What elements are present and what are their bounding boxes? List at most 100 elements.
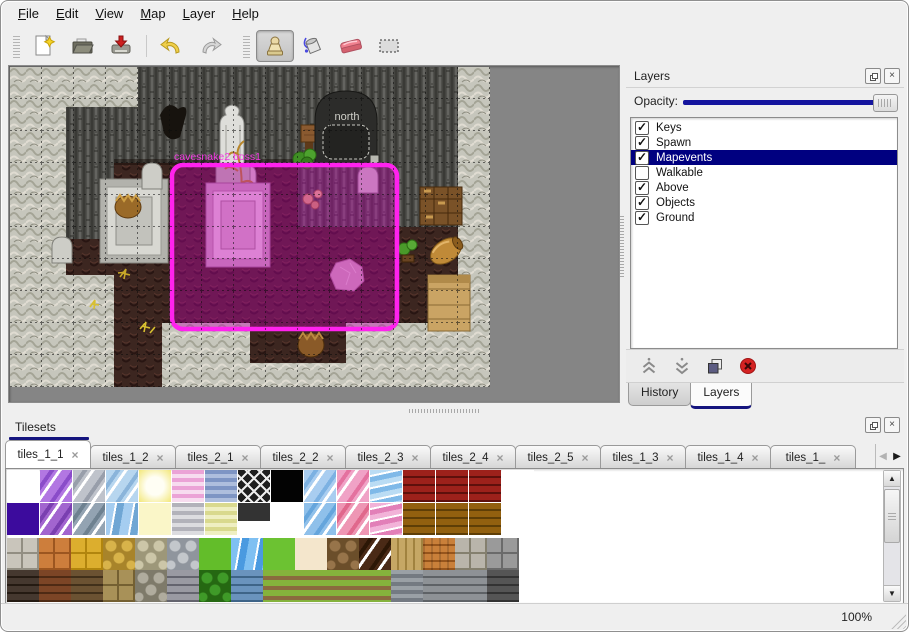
tileset-tile[interactable] xyxy=(436,503,468,535)
tileset-tile[interactable] xyxy=(370,470,402,502)
save-button[interactable] xyxy=(102,30,140,62)
tileset-tile[interactable] xyxy=(304,470,336,502)
tileset-tile[interactable] xyxy=(106,503,138,535)
scroll-thumb[interactable] xyxy=(884,489,900,543)
tileset-tile[interactable] xyxy=(40,503,72,535)
tileset-tile[interactable] xyxy=(106,470,138,502)
opacity-slider[interactable] xyxy=(683,93,898,111)
vertical-splitter[interactable] xyxy=(619,65,626,411)
tileset-tile[interactable] xyxy=(7,570,39,602)
tileset-tile[interactable] xyxy=(469,470,501,502)
tileset-tile[interactable] xyxy=(370,503,402,535)
tileset-tile[interactable] xyxy=(502,503,534,535)
tileset-tile[interactable] xyxy=(263,538,295,570)
tab-close-icon[interactable]: × xyxy=(157,452,164,464)
tileset-tile[interactable] xyxy=(172,503,204,535)
tileset-tile[interactable] xyxy=(455,538,487,570)
tileset-tile[interactable] xyxy=(295,538,327,570)
tileset-tile[interactable] xyxy=(7,538,39,570)
layers-float-button[interactable] xyxy=(865,68,881,84)
tilesets-float-button[interactable] xyxy=(865,417,881,433)
tab-scroll-right-icon[interactable]: ▶ xyxy=(890,451,904,462)
tileset-tile[interactable] xyxy=(205,470,237,502)
tileset-tile[interactable] xyxy=(73,503,105,535)
tileset-tile[interactable] xyxy=(238,470,270,502)
tileset-tab-tiles_2_5[interactable]: tiles_2_5× xyxy=(515,445,601,468)
tileset-tile[interactable] xyxy=(304,503,336,535)
tileset-tile[interactable] xyxy=(502,470,534,502)
tileset-tile[interactable] xyxy=(139,470,171,502)
new-file-button[interactable] xyxy=(26,30,64,62)
tileset-tile[interactable] xyxy=(423,570,455,602)
tileset-tile[interactable] xyxy=(135,538,167,570)
tileset-tile[interactable] xyxy=(73,470,105,502)
tileset-tile[interactable] xyxy=(487,538,519,570)
tileset-tile[interactable] xyxy=(487,570,519,602)
tileset-tile[interactable] xyxy=(327,570,359,602)
tileset-tile[interactable] xyxy=(295,570,327,602)
tileset-tile[interactable] xyxy=(135,570,167,602)
layer-row-objects[interactable]: ✓Objects xyxy=(631,195,897,210)
tab-close-icon[interactable]: × xyxy=(327,452,334,464)
tileset-tile[interactable] xyxy=(7,470,39,502)
tab-close-icon[interactable]: × xyxy=(582,452,589,464)
open-button[interactable] xyxy=(64,30,102,62)
layer-checkbox[interactable]: ✓ xyxy=(635,136,649,150)
tab-close-icon[interactable]: × xyxy=(242,452,249,464)
tileset-tile[interactable] xyxy=(263,570,295,602)
tileset-tile[interactable] xyxy=(103,538,135,570)
tileset-tile[interactable] xyxy=(39,570,71,602)
tab-history[interactable]: History xyxy=(628,383,691,406)
tab-scroll-left-icon[interactable]: ◀ xyxy=(876,451,890,462)
tileset-tile[interactable] xyxy=(337,503,369,535)
toolbar-grip[interactable] xyxy=(13,34,20,58)
menu-help[interactable]: Help xyxy=(232,6,259,21)
tileset-tile[interactable] xyxy=(423,538,455,570)
tileset-tile[interactable] xyxy=(238,503,270,535)
tileset-tile[interactable] xyxy=(103,570,135,602)
tileset-tab-tiles_2_1[interactable]: tiles_2_1× xyxy=(175,445,261,468)
tileset-tile[interactable] xyxy=(271,503,303,535)
tileset-tile[interactable] xyxy=(139,503,171,535)
tileset-tile[interactable] xyxy=(359,570,391,602)
tileset-tile[interactable] xyxy=(436,470,468,502)
tileset-tile[interactable] xyxy=(199,570,231,602)
map-canvas[interactable]: north cavesnake2 boss1 xyxy=(8,65,620,403)
duplicate-layer-button[interactable] xyxy=(704,355,726,377)
tileset-tile[interactable] xyxy=(455,570,487,602)
tileset-tile[interactable] xyxy=(231,570,263,602)
tab-close-icon[interactable]: × xyxy=(497,452,504,464)
tileset-tile[interactable] xyxy=(7,503,39,535)
tileset-tab-tiles_1_4[interactable]: tiles_1_4× xyxy=(685,445,771,468)
layer-checkbox[interactable]: ✓ xyxy=(635,211,649,225)
stamp-tool-button[interactable] xyxy=(256,30,294,62)
menu-edit[interactable]: Edit xyxy=(56,6,78,21)
move-layer-down-button[interactable] xyxy=(671,355,693,377)
layer-checkbox[interactable]: ✓ xyxy=(635,181,649,195)
menu-view[interactable]: View xyxy=(95,6,123,21)
tileset-tile[interactable] xyxy=(71,538,103,570)
tab-close-icon[interactable]: × xyxy=(752,452,759,464)
layer-row-walkable[interactable]: Walkable xyxy=(631,165,897,180)
tab-close-icon[interactable]: × xyxy=(72,449,79,461)
tileset-tab-tiles_1_1[interactable]: tiles_1_1× xyxy=(5,440,91,468)
layer-checkbox[interactable] xyxy=(635,166,649,180)
fill-tool-button[interactable] xyxy=(294,30,332,62)
layers-close-button[interactable]: × xyxy=(884,68,900,84)
tileset-tile[interactable] xyxy=(403,503,435,535)
tab-layers[interactable]: Layers xyxy=(690,383,752,409)
layer-row-mapevents[interactable]: ✓Mapevents xyxy=(631,150,897,165)
opacity-handle[interactable] xyxy=(873,94,898,112)
tileset-tab-tiles_1_2[interactable]: tiles_1_2× xyxy=(90,445,176,468)
tileset-tab-tiles_1_3[interactable]: tiles_1_3× xyxy=(600,445,686,468)
tileset-tile[interactable] xyxy=(327,538,359,570)
tileset-tile[interactable] xyxy=(167,570,199,602)
layer-row-keys[interactable]: ✓Keys xyxy=(631,120,897,135)
tileset-tile[interactable] xyxy=(231,538,263,570)
tileset-tile[interactable] xyxy=(469,503,501,535)
menu-map[interactable]: Map xyxy=(140,6,165,21)
tilesets-close-button[interactable]: × xyxy=(884,417,900,433)
move-layer-up-button[interactable] xyxy=(638,355,660,377)
rect-select-tool-button[interactable] xyxy=(370,30,408,62)
tileset-tile[interactable] xyxy=(205,503,237,535)
